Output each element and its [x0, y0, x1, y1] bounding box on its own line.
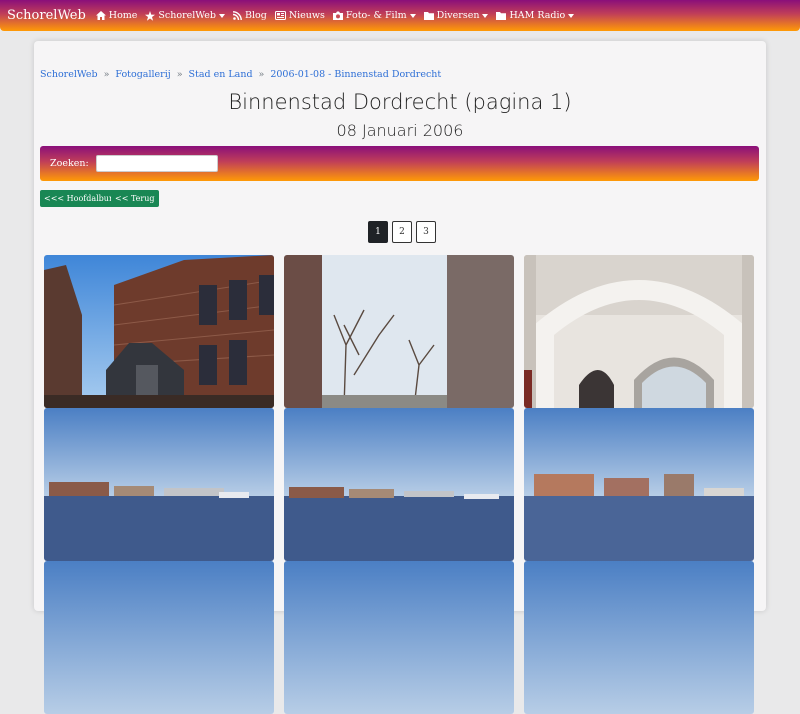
page-button-2[interactable]: 2 [392, 221, 412, 243]
nav-item-home[interactable]: Home [95, 10, 138, 21]
main-album-button[interactable]: <<< Hoofdalbum [40, 190, 121, 207]
page-button-3[interactable]: 3 [416, 221, 436, 243]
nav-item-foto-film[interactable]: Foto- & Film [332, 10, 416, 21]
photo-thumbnail[interactable] [44, 255, 274, 408]
folder-icon [423, 11, 434, 20]
newspaper-icon [274, 11, 286, 20]
breadcrumb-item-fotogallerij[interactable]: Fotogallerij [115, 69, 170, 80]
breadcrumb-item-schorelweb[interactable]: SchorelWeb [40, 69, 98, 80]
breadcrumb-item-stad-en-land[interactable]: Stad en Land [189, 69, 253, 80]
camera-icon [332, 11, 343, 20]
photo-archway [524, 255, 754, 408]
nav-item-label: Nieuws [288, 10, 325, 21]
photo-thumbnail[interactable] [284, 561, 514, 714]
photo-thumbnail[interactable] [284, 255, 514, 408]
folder-icon [496, 11, 507, 20]
photo-building-facade [44, 255, 274, 408]
photo-tower-trees [284, 255, 514, 408]
nav-item-label: Diversen [436, 10, 480, 21]
search-input[interactable] [95, 155, 218, 172]
navbar-brand[interactable]: SchorelWeb [7, 8, 86, 23]
nav-item-blog[interactable]: Blog [232, 10, 267, 21]
nav-item-label: SchorelWeb [158, 10, 216, 21]
rss-icon [232, 11, 242, 20]
back-button[interactable]: << Terug [111, 190, 159, 207]
pagination: 1 2 3 [368, 221, 440, 243]
nav-item-label: HAM Radio [509, 10, 566, 21]
top-navbar: SchorelWeb Home SchorelWeb Blog Nieuws F… [0, 0, 800, 31]
photo-thumbnail[interactable] [524, 408, 754, 561]
photo-sky [44, 561, 274, 714]
chevron-down-icon [409, 13, 416, 18]
home-icon [95, 11, 106, 20]
breadcrumb-separator: » [258, 69, 265, 80]
chevron-down-icon [482, 13, 489, 18]
nav-item-label: Foto- & Film [345, 10, 407, 21]
page-button-1[interactable]: 1 [368, 221, 388, 243]
nav-item-ham-radio[interactable]: HAM Radio [496, 10, 575, 21]
photo-thumbnail[interactable] [524, 255, 754, 408]
photo-thumbnail[interactable] [284, 408, 514, 561]
nav-item-nieuws[interactable]: Nieuws [274, 10, 325, 21]
photo-river-skyline [284, 408, 514, 561]
star-icon [145, 10, 156, 21]
photo-river-skyline [44, 408, 274, 561]
breadcrumb-item-current-album[interactable]: 2006-01-08 - Binnenstad Dordrecht [270, 69, 441, 80]
photo-sky [524, 561, 754, 714]
photo-river-skyline [524, 408, 754, 561]
photo-sky [284, 561, 514, 714]
breadcrumb-separator: » [176, 69, 183, 80]
search-label: Zoeken: [50, 158, 89, 169]
chevron-down-icon [568, 13, 575, 18]
page-subtitle-date: 08 Januari 2006 [336, 121, 464, 140]
nav-item-label: Blog [244, 10, 267, 21]
chevron-down-icon [218, 13, 225, 18]
page-title: Binnenstad Dordrecht (pagina 1) [228, 90, 572, 114]
breadcrumb-separator: » [103, 69, 110, 80]
main-content-card: SchorelWeb » Fotogallerij » Stad en Land » 200… [34, 41, 766, 714]
photo-thumbnail[interactable] [44, 561, 274, 714]
photo-thumbnail[interactable] [524, 561, 754, 714]
breadcrumb: SchorelWeb » Fotogallerij » Stad en Land » 200… [40, 69, 441, 80]
search-bar: Zoeken: [40, 146, 759, 181]
nav-item-schorelweb[interactable]: SchorelWeb [145, 10, 225, 21]
nav-item-diversen[interactable]: Diversen [423, 10, 489, 21]
nav-item-label: Home [108, 10, 138, 21]
photo-thumbnail[interactable] [44, 408, 274, 561]
